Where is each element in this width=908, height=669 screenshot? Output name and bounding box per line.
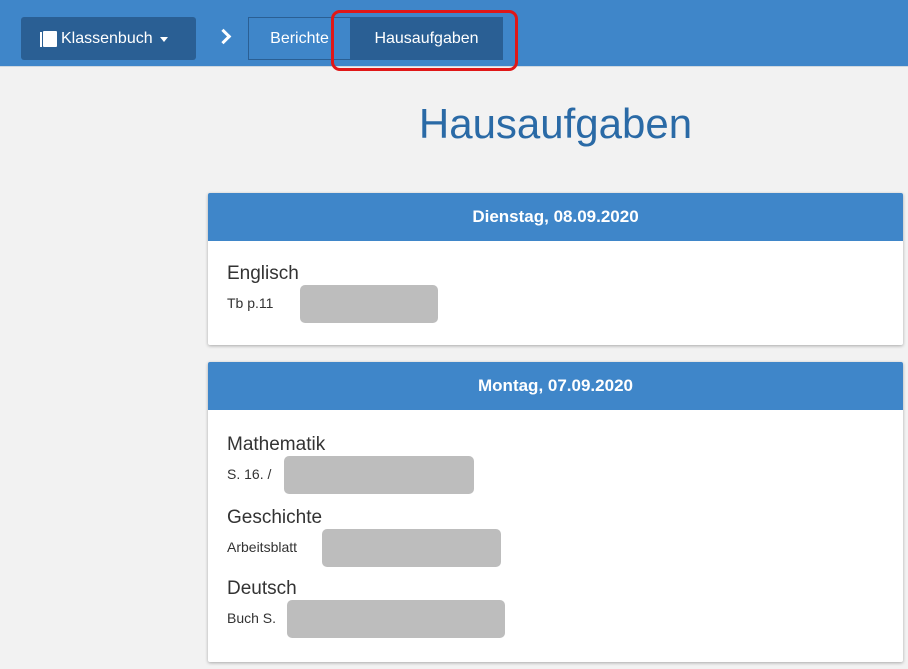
task-text: Buch S. bbox=[227, 600, 505, 638]
task-text: Arbeitsblatt bbox=[227, 529, 501, 567]
homework-entry: Deutsch Buch S. bbox=[227, 578, 505, 638]
redacted-block bbox=[300, 285, 438, 323]
homework-entry: Englisch Tb p.11 bbox=[227, 263, 438, 323]
caret-down-icon bbox=[159, 37, 168, 42]
subject-label: Deutsch bbox=[227, 578, 297, 599]
page-title: Hausaufgaben bbox=[418, 100, 693, 147]
homework-entry: Geschichte Arbeitsblatt bbox=[227, 507, 501, 567]
homework-day-card: Dienstag, 08.09.2020 Englisch Tb p.11 bbox=[208, 193, 903, 345]
subject-label: Mathematik bbox=[227, 434, 326, 455]
task-text: Tb p.11 bbox=[227, 285, 438, 323]
highlight-annotation bbox=[331, 10, 518, 71]
day-header: Dienstag, 08.09.2020 bbox=[208, 193, 903, 241]
homework-day-card: Montag, 07.09.2020 Mathematik S. 16. / G… bbox=[208, 362, 903, 662]
redacted-block bbox=[287, 600, 505, 638]
book-icon bbox=[40, 30, 57, 47]
breadcrumb-berichte-label: Berichte bbox=[270, 29, 329, 47]
subject-label: Englisch bbox=[227, 263, 299, 284]
task-text: S. 16. / bbox=[227, 456, 474, 494]
homework-entry: Mathematik S. 16. / bbox=[227, 434, 474, 494]
subject-label: Geschichte bbox=[227, 507, 323, 528]
klassenbuch-label: Klassenbuch bbox=[61, 29, 153, 47]
redacted-block bbox=[322, 529, 501, 567]
klassenbuch-dropdown-button[interactable]: Klassenbuch bbox=[21, 17, 196, 60]
day-header: Montag, 07.09.2020 bbox=[208, 362, 903, 410]
redacted-block bbox=[284, 456, 474, 494]
